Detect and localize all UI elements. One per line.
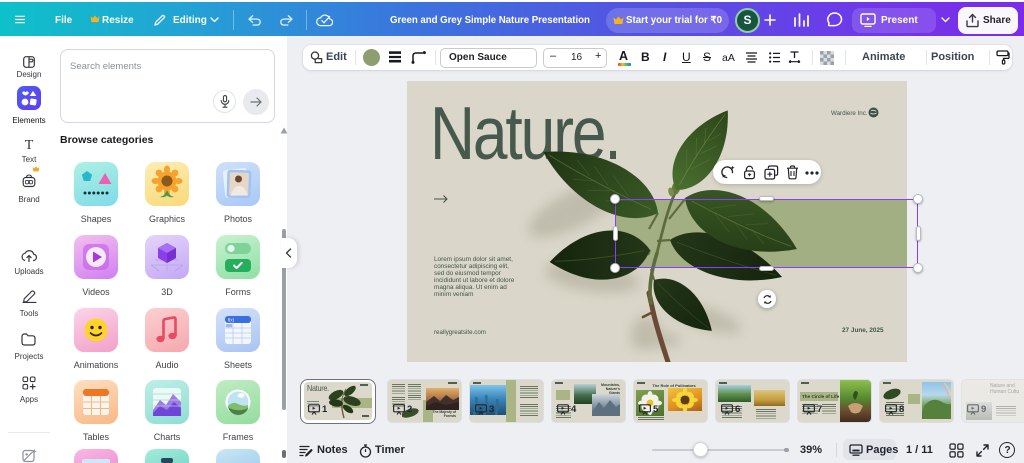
svg-text:f(x): f(x) [228, 318, 235, 323]
